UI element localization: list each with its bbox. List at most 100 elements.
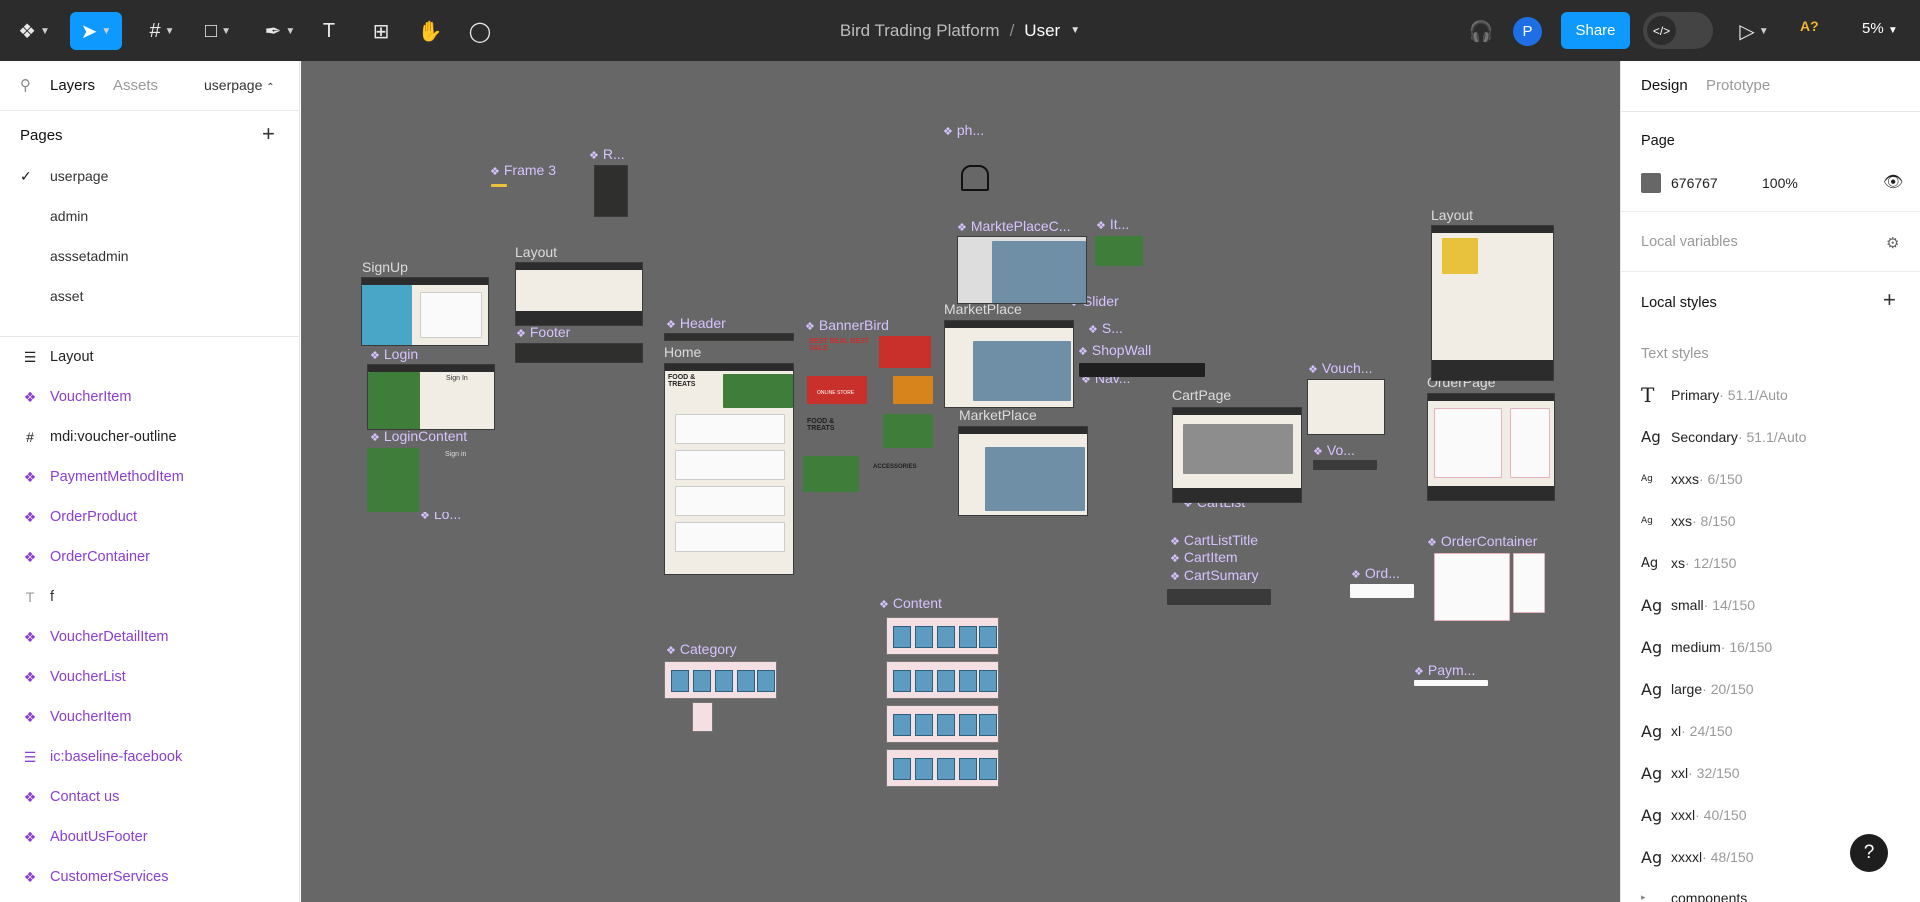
frame-label[interactable]: OrderContainer — [1427, 533, 1538, 549]
layer-item[interactable]: Tf — [0, 577, 300, 617]
headphones-button[interactable]: 🎧 — [1466, 12, 1496, 50]
frame-label[interactable]: MarketPlace — [959, 407, 1037, 423]
text-style-item[interactable]: Ag medium · 16/150 — [1641, 634, 1772, 660]
text-style-item[interactable]: Ag xxxl · 40/150 — [1641, 802, 1747, 828]
add-style-icon[interactable]: + — [1883, 287, 1896, 313]
text-style-item[interactable]: Ag xl · 24/150 — [1641, 718, 1733, 744]
design-canvas[interactable]: Frame 3 R... ph... SignUp Layout Footer … — [301, 61, 1620, 902]
layer-item[interactable]: ❖ VoucherItem — [0, 697, 300, 737]
voucher-item-frame[interactable] — [1313, 460, 1377, 470]
page-color-opacity[interactable]: 100% — [1762, 175, 1798, 191]
frame-label[interactable]: CartItem — [1170, 549, 1238, 565]
signup-frame[interactable] — [361, 277, 489, 346]
layer-item[interactable]: ❖ AboutUsFooter — [0, 817, 300, 857]
chevron-down-icon[interactable]: ▼ — [1070, 25, 1080, 36]
layer-item[interactable]: # mdi:voucher-outline — [0, 417, 300, 457]
tab-assets[interactable]: Assets — [113, 77, 158, 94]
page-switcher[interactable]: userpage ⌃ — [204, 77, 275, 93]
layer-item[interactable]: ❖ OrderProduct — [0, 497, 300, 537]
cartpage-frame[interactable] — [1172, 407, 1302, 503]
frame-tool-button[interactable]: # ▼ — [140, 12, 184, 50]
footer-frame[interactable] — [515, 343, 643, 363]
layer-item[interactable]: ❖ PaymentMethodItem — [0, 457, 300, 497]
text-style-item[interactable]: Ag xxxs · 6/150 — [1641, 466, 1743, 492]
text-style-item[interactable]: Ag xxxxl · 48/150 — [1641, 844, 1754, 870]
r-frame[interactable] — [594, 165, 628, 217]
content-strip[interactable] — [886, 705, 999, 743]
frame-label[interactable]: Layout — [515, 244, 557, 260]
layer-item[interactable]: ❖ VoucherItem — [0, 377, 300, 417]
search-icon[interactable]: ⚲ — [20, 76, 31, 94]
page-item-asssetadmin[interactable]: asssetadmin — [50, 248, 129, 264]
variables-settings-icon[interactable]: ⚙ — [1886, 234, 1899, 252]
move-tool-button[interactable]: ➤ ▼ — [70, 12, 122, 50]
share-button[interactable]: Share — [1561, 12, 1630, 49]
user-avatar[interactable]: P — [1513, 17, 1542, 46]
zoom-menu[interactable]: 5% ▼ — [1862, 20, 1898, 37]
layer-item[interactable]: ☰ Layout — [0, 337, 300, 377]
shopwall-frame[interactable] — [1079, 363, 1205, 377]
paymentmethod-frame[interactable] — [1414, 680, 1488, 686]
frame-label[interactable]: MarktePlaceC... — [957, 218, 1071, 234]
page-color-swatch[interactable] — [1641, 173, 1661, 193]
hand-tool-button[interactable]: ✋ — [415, 12, 445, 50]
comment-tool-button[interactable]: ◯ — [465, 12, 495, 50]
tab-prototype[interactable]: Prototype — [1706, 77, 1770, 94]
orderpage-frame[interactable] — [1427, 393, 1555, 501]
frame-label[interactable]: Paym... — [1414, 662, 1475, 678]
bannerbird-frame[interactable]: BEST DEAL BEST SALE ONLINE STORE FOOD & … — [803, 334, 933, 498]
frame-label[interactable]: Login — [370, 346, 418, 362]
page-color-hex[interactable]: 676767 — [1671, 175, 1718, 191]
layer-item[interactable]: ☰ ic:baseline-facebook — [0, 737, 300, 777]
shape-tool-button[interactable]: □ ▼ — [196, 12, 240, 50]
help-button[interactable]: ? — [1850, 834, 1888, 872]
frame-label[interactable]: Header — [666, 315, 726, 331]
pen-tool-button[interactable]: ✒ ▼ — [258, 12, 302, 50]
frame-label[interactable]: Ord... — [1351, 565, 1400, 581]
marketplace-frame[interactable] — [944, 320, 1074, 408]
resources-tool-button[interactable]: ⊞ — [366, 12, 396, 50]
frame-label[interactable]: Layout — [1431, 207, 1473, 223]
category-strip[interactable] — [664, 661, 777, 699]
page-item-userpage[interactable]: userpage — [50, 168, 108, 184]
text-tool-button[interactable]: T — [316, 12, 342, 50]
login-frame[interactable]: Sign In — [367, 364, 495, 430]
content-strip[interactable] — [886, 617, 999, 655]
tab-layers[interactable]: Layers — [50, 77, 95, 94]
text-style-item[interactable]: Ag small · 14/150 — [1641, 592, 1755, 618]
text-style-item[interactable]: Ag large · 20/150 — [1641, 676, 1754, 702]
frame-label[interactable]: Vo... — [1313, 442, 1355, 458]
frame-label[interactable]: BannerBird — [805, 317, 889, 333]
frame-label[interactable]: Home — [664, 344, 701, 360]
marketplace-frame[interactable] — [958, 426, 1088, 516]
layer-item[interactable]: ❖ VoucherDetailItem — [0, 617, 300, 657]
frame-label[interactable]: Content — [879, 595, 942, 611]
cartsumary-frame[interactable] — [1167, 589, 1271, 605]
header-frame[interactable] — [664, 333, 794, 341]
layer-item[interactable]: ❖ VoucherList — [0, 657, 300, 697]
frame-label[interactable]: Footer — [516, 324, 570, 340]
frame-label[interactable]: ph... — [943, 122, 984, 138]
text-style-item[interactable]: ▸ components — [1641, 885, 1747, 902]
local-variables-label[interactable]: Local variables — [1641, 234, 1738, 250]
page-item-asset[interactable]: asset — [50, 288, 83, 304]
text-style-item[interactable]: T Primary · 51.1/Auto — [1641, 382, 1788, 408]
frame-label[interactable]: CartSumary — [1170, 567, 1259, 583]
frame-label[interactable]: SignUp — [362, 259, 408, 275]
add-page-icon[interactable]: + — [262, 121, 275, 147]
layout-frame[interactable] — [1431, 225, 1554, 381]
frame-label[interactable]: ShopWall — [1078, 342, 1151, 358]
present-button[interactable]: ▷ ▼ — [1732, 12, 1776, 50]
frame-label[interactable]: Frame 3 — [490, 162, 556, 178]
dev-mode-toggle[interactable]: </> — [1643, 12, 1713, 49]
home-frame[interactable]: FOOD & TREATS — [664, 363, 794, 575]
frame-label[interactable]: CartPage — [1172, 387, 1231, 403]
layer-item[interactable]: ❖ OrderContainer — [0, 537, 300, 577]
tab-design[interactable]: Design — [1641, 77, 1688, 94]
ordercontainer-frame[interactable] — [1434, 553, 1510, 621]
logincontent-frame[interactable]: Sign in — [367, 448, 495, 512]
frame-label[interactable]: R... — [589, 146, 625, 162]
frame-label[interactable]: Vouch... — [1308, 360, 1373, 376]
main-menu-button[interactable]: ❖ ▼ — [14, 12, 54, 50]
page-item-admin[interactable]: admin — [50, 208, 88, 224]
